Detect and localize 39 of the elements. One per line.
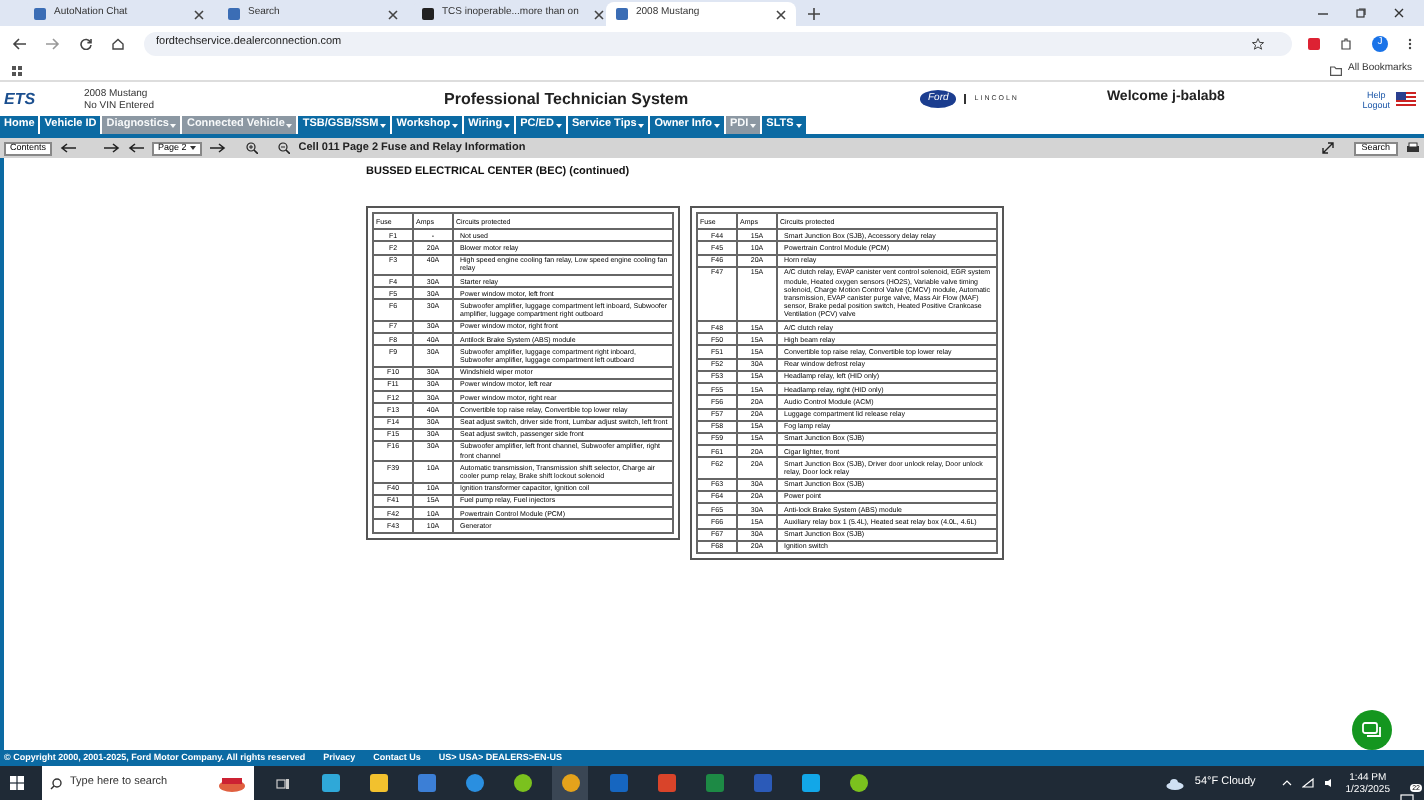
print-icon[interactable] [1406,142,1420,154]
close-icon[interactable] [1394,8,1404,18]
close-icon[interactable] [776,9,786,19]
site-icon [616,8,628,20]
back-icon[interactable] [12,37,26,49]
chat-button[interactable] [1352,710,1392,750]
back-arrow-icon[interactable] [128,142,145,154]
search-icon [50,777,62,789]
apps-icon[interactable] [12,65,22,75]
forward-icon[interactable] [46,37,60,49]
restore-icon[interactable] [1356,8,1366,18]
star-icon[interactable] [1252,37,1264,49]
close-icon[interactable] [194,9,204,19]
close-icon[interactable] [388,9,398,19]
cloud-icon [1166,777,1185,789]
forward-arrow-icon[interactable] [210,142,227,154]
reload-icon[interactable] [80,37,92,49]
site-logo: ETS [4,87,38,111]
site-icon [422,8,434,20]
site-icon [228,8,240,20]
speaker-icon[interactable] [1323,778,1336,788]
flag-icon [1396,92,1416,106]
site-title: Professional Technician System [444,87,691,111]
minimize-icon[interactable] [1318,8,1328,18]
chevron-up-icon[interactable] [1281,780,1292,786]
site-icon [34,8,46,20]
forward-arrow-icon[interactable] [104,142,121,154]
caret-icon [190,146,197,150]
home-icon[interactable] [112,37,124,49]
chat-icon [1362,721,1382,739]
expand-icon[interactable] [1321,142,1334,154]
back-arrow-icon[interactable] [60,142,77,154]
new-tab-icon[interactable] [808,8,820,20]
windows-icon[interactable] [10,776,24,790]
zoom-out-icon[interactable] [278,142,291,154]
zoom-in-icon[interactable] [246,142,259,154]
close-icon[interactable] [594,9,605,19]
network-icon[interactable] [1301,778,1314,788]
task-view-icon[interactable] [276,777,290,789]
